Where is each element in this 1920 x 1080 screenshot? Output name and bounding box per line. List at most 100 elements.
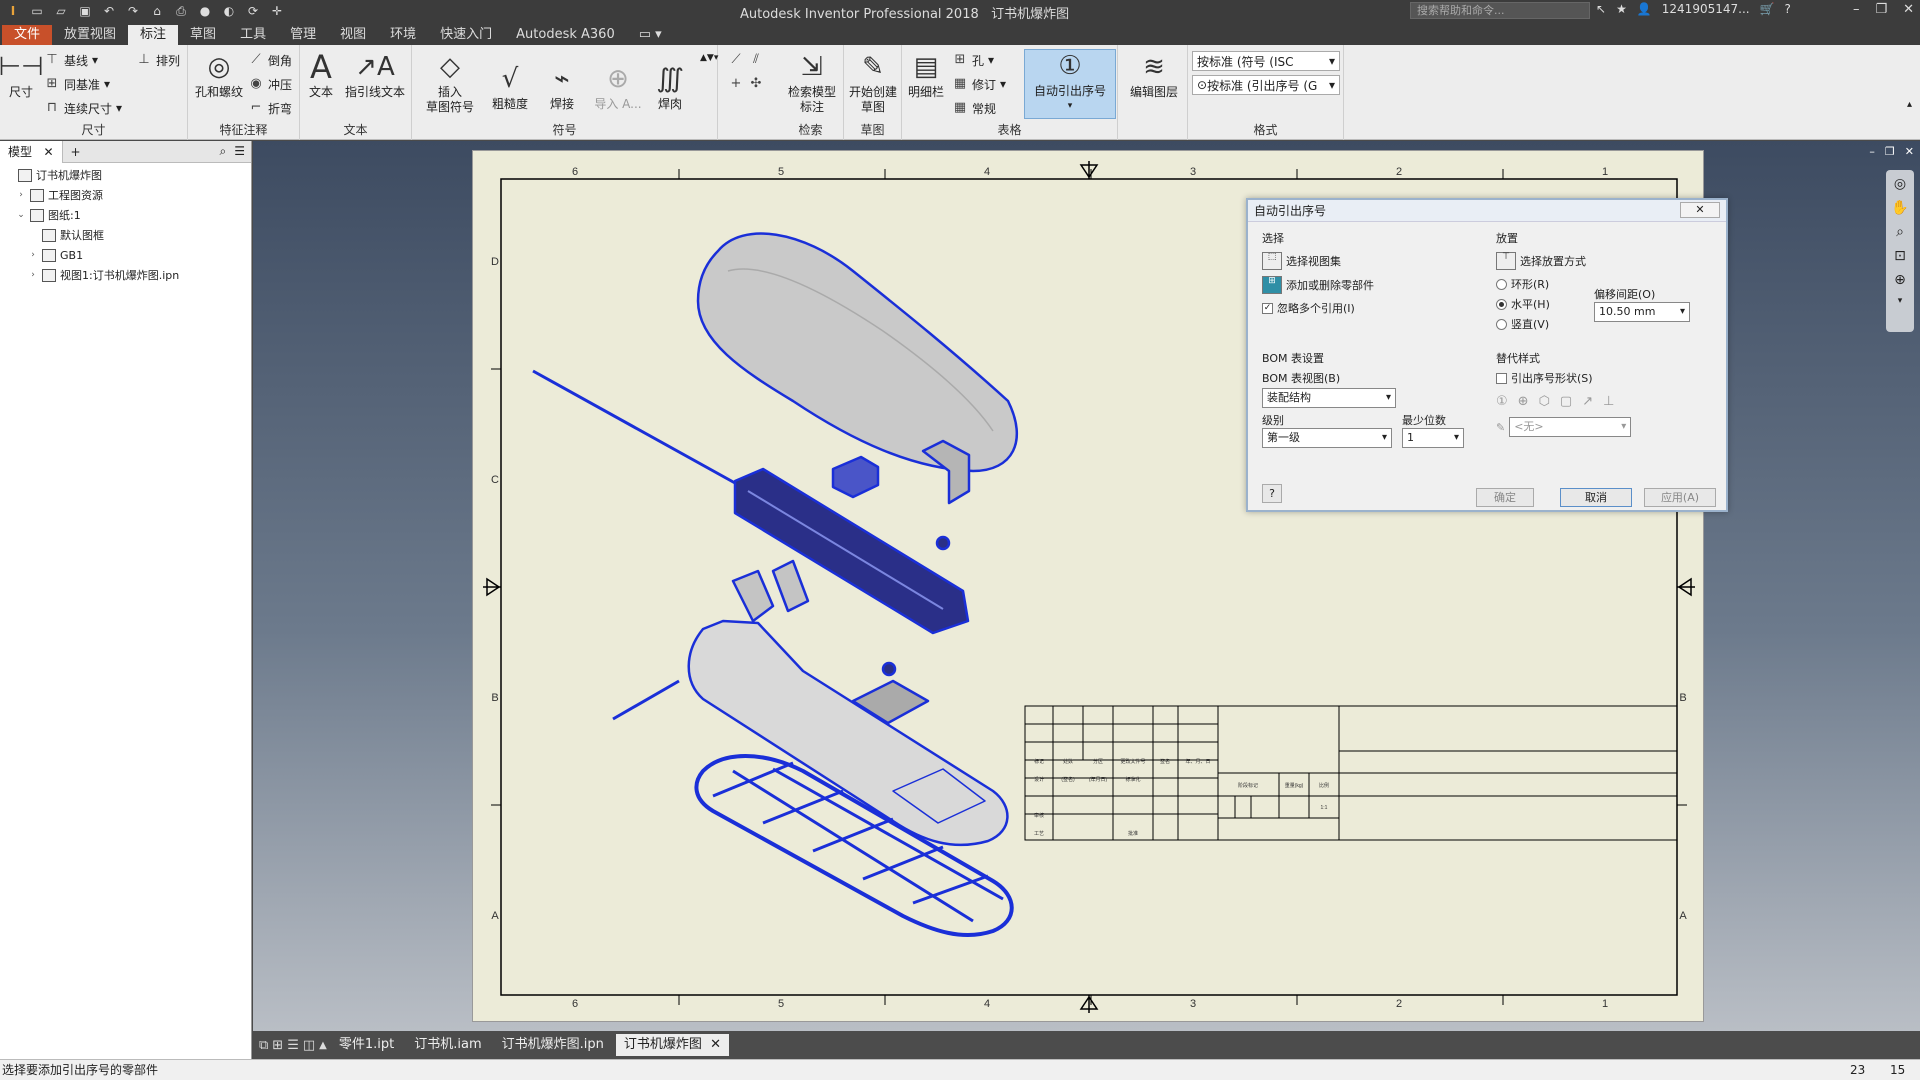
ok-button[interactable]: 确定: [1476, 488, 1534, 507]
import-aim-button[interactable]: ⊕ 导入 A...: [592, 63, 644, 112]
offset-input[interactable]: 10.50 mm: [1594, 302, 1690, 322]
revision-button[interactable]: ▦ 修订 ▾: [952, 75, 1006, 93]
parts-list-button[interactable]: ▤ 明细栏: [904, 51, 948, 100]
balloon-style-dropdown[interactable]: ⊙ 按标准 (引出序号 (G ▾: [1192, 75, 1340, 95]
home-icon[interactable]: ⌂: [148, 3, 166, 19]
punch-button[interactable]: ◉ 冲压: [248, 75, 292, 93]
doc-tab[interactable]: 订书机爆炸图.ipn: [494, 1034, 612, 1056]
help-icon[interactable]: ?: [1785, 2, 1791, 16]
text-button[interactable]: A 文本: [304, 51, 338, 100]
expand-tabs-icon[interactable]: ▲: [319, 1040, 327, 1051]
doc-tab[interactable]: 订书机.iam: [406, 1034, 489, 1056]
dialog-titlebar[interactable]: 自动引出序号 ✕: [1248, 200, 1726, 222]
select-placement-button[interactable]: ⊤ 选择放置方式: [1496, 252, 1716, 270]
minimize-icon[interactable]: –: [1869, 145, 1875, 158]
undo-icon[interactable]: ↶: [100, 3, 118, 19]
add-tab-icon[interactable]: +: [63, 145, 89, 159]
edit-layers-button[interactable]: ≋ 编辑图层: [1126, 51, 1182, 100]
steering-wheel-icon[interactable]: ◎: [1894, 176, 1906, 192]
ignore-multiple-checkbox[interactable]: ✓ 忽略多个引用(I): [1262, 300, 1480, 316]
tile-vertical-icon[interactable]: ◫: [303, 1038, 315, 1053]
tree-node[interactable]: 订书机爆炸图: [0, 165, 251, 185]
tree-node[interactable]: ⌄ 图纸:1: [0, 205, 251, 225]
tab-sketch[interactable]: 草图: [178, 25, 228, 45]
symbol-style-dropdown[interactable]: 按标准 (符号 (ISC ▾: [1192, 51, 1340, 71]
tree-toggle-icon[interactable]: ⌄: [16, 210, 26, 220]
chain-button[interactable]: ⊓ 连续尺寸 ▾: [44, 99, 122, 117]
tab-file[interactable]: 文件: [2, 25, 53, 45]
tree-toggle-icon[interactable]: ›: [16, 190, 26, 200]
symbol-gallery-scroll[interactable]: ▲▼▾: [700, 53, 718, 113]
zoom-icon[interactable]: ⌕: [1896, 224, 1904, 240]
tab-annotate[interactable]: 标注: [128, 25, 179, 45]
tree-node[interactable]: › 视图1:订书机爆炸图.ipn: [0, 265, 251, 285]
tab-tools[interactable]: 工具: [228, 25, 278, 45]
min-digits-select[interactable]: 1: [1402, 428, 1464, 448]
ribbon-collapse-icon[interactable]: ▴: [1907, 99, 1912, 110]
user-icon[interactable]: 👤: [1637, 2, 1652, 16]
tree-node[interactable]: 默认图框: [0, 225, 251, 245]
ordinate-button[interactable]: ⊞ 同基准 ▾: [44, 75, 111, 93]
cascade-windows-icon[interactable]: ⧉: [259, 1038, 268, 1053]
tab-environments[interactable]: 环境: [378, 25, 428, 45]
balloon-circle-split-icon[interactable]: ⊕: [1518, 394, 1529, 409]
rivet-part[interactable]: [881, 661, 897, 677]
dialog-close-button[interactable]: ✕: [1680, 202, 1720, 218]
tree-toggle-icon[interactable]: ›: [28, 270, 38, 280]
tree-node[interactable]: › GB1: [0, 245, 251, 265]
close-icon[interactable]: ✕: [1905, 145, 1914, 158]
balloon-shape-checkbox[interactable]: 引出序号形状(S): [1496, 370, 1716, 386]
cancel-button[interactable]: 取消: [1560, 488, 1632, 507]
help-button[interactable]: ?: [1262, 484, 1282, 503]
balloon-underline-icon[interactable]: ⊥: [1603, 394, 1614, 409]
level-select[interactable]: 第一级: [1262, 428, 1392, 448]
center-mark-button[interactable]: ⟋ ⫽: [728, 51, 764, 69]
add-remove-components-button[interactable]: ⊞ 添加或删除零部件: [1262, 276, 1480, 294]
pan-icon[interactable]: ✋: [1891, 200, 1908, 216]
close-icon[interactable]: ✕: [1903, 2, 1914, 17]
tree-toggle-icon[interactable]: ›: [28, 250, 38, 260]
help-search-input[interactable]: 搜索帮助和命令...: [1410, 2, 1590, 19]
appearance-icon[interactable]: ◐: [220, 3, 238, 19]
tab-manage[interactable]: 管理: [278, 25, 328, 45]
close-icon[interactable]: ✕: [710, 1037, 721, 1052]
tab-place-views[interactable]: 放置视图: [52, 25, 128, 45]
tab-view[interactable]: 视图: [328, 25, 378, 45]
cursor-icon[interactable]: ↖: [1596, 2, 1606, 16]
baseline-button[interactable]: ⊤ 基线 ▾: [44, 51, 98, 69]
menu-icon[interactable]: ☰: [234, 144, 245, 159]
hole-thread-button[interactable]: ◎ 孔和螺纹: [192, 51, 246, 100]
exploded-view[interactable]: [532, 232, 1019, 938]
insert-sketch-symbol-button[interactable]: ◇ 插入 草图符号: [422, 51, 478, 115]
open-file-icon[interactable]: ▱: [52, 3, 70, 19]
leader-text-button[interactable]: ↗A 指引线文本: [342, 51, 408, 100]
hole-table-button[interactable]: ⊞ 孔 ▾: [952, 51, 995, 69]
search-icon[interactable]: ⌕: [220, 144, 227, 159]
bend-button[interactable]: ⌐ 折弯: [248, 99, 292, 117]
restore-icon[interactable]: ❐: [1885, 145, 1895, 158]
balloon-hexagon-icon[interactable]: ⬡: [1539, 394, 1550, 409]
pin-part[interactable]: [612, 679, 680, 721]
rivet-part[interactable]: [935, 535, 951, 551]
balloon-none-icon[interactable]: ↗: [1582, 394, 1593, 409]
balloon-circle-icon[interactable]: ①: [1496, 394, 1508, 409]
tile-windows-icon[interactable]: ⊞: [272, 1038, 283, 1053]
zoom-all-icon[interactable]: ⊕: [1894, 272, 1906, 288]
navbar-options-icon[interactable]: ▾: [1898, 296, 1903, 306]
bracket-part[interactable]: [921, 439, 971, 505]
redo-icon[interactable]: ↷: [124, 3, 142, 19]
tab-get-started[interactable]: 快速入门: [428, 25, 504, 45]
print-icon[interactable]: ⎙: [172, 3, 190, 19]
start-sketch-button[interactable]: ✎ 开始创建 草图: [846, 51, 900, 115]
close-icon[interactable]: ✕: [43, 145, 53, 159]
tree-node[interactable]: › 工程图资源: [0, 185, 251, 205]
tab-options-icon[interactable]: ▭ ▾: [627, 25, 674, 45]
dimension-button[interactable]: ⊢⊣ 尺寸: [0, 51, 44, 100]
app-logo-icon[interactable]: I: [4, 3, 22, 19]
surface-texture-button[interactable]: √ 粗糙度: [488, 63, 532, 112]
arrange-button[interactable]: ⊥ 排列: [136, 51, 180, 69]
save-icon[interactable]: ▣: [76, 3, 94, 19]
material-icon[interactable]: ●: [196, 3, 214, 19]
new-file-icon[interactable]: ▭: [28, 3, 46, 19]
apply-button[interactable]: 应用(A): [1644, 488, 1716, 507]
